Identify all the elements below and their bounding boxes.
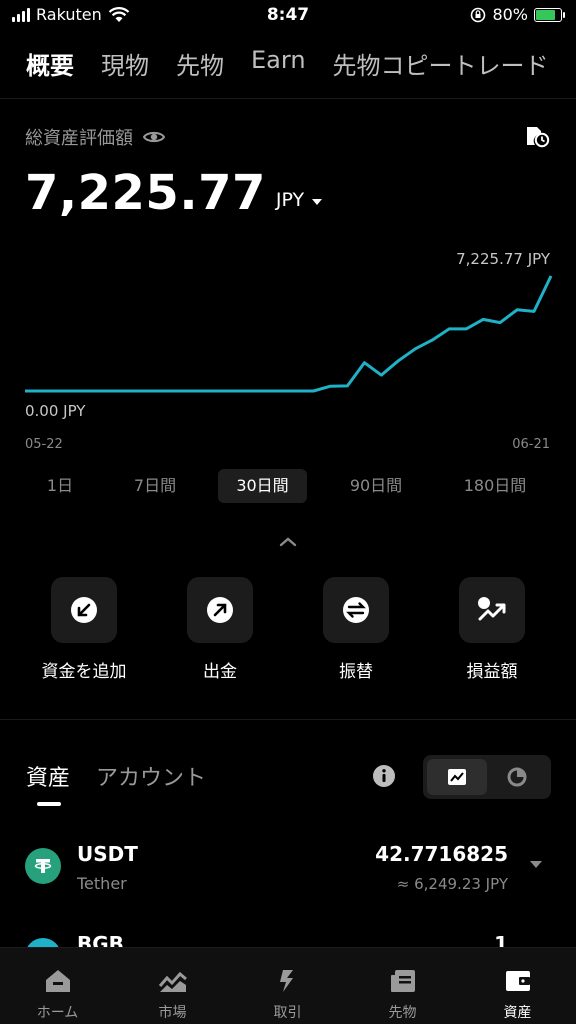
- chart-view-button[interactable]: [427, 759, 487, 795]
- bottom-nav: ホーム 市場 取引 先物 資産: [0, 947, 576, 1024]
- status-bar: Rakuten 8:47 80%: [0, 0, 576, 34]
- balance-chart: [25, 275, 553, 393]
- withdraw-label: 出金: [203, 662, 237, 682]
- nav-futures[interactable]: 先物: [345, 966, 460, 1022]
- nav-home[interactable]: ホーム: [0, 966, 115, 1022]
- chart-max-label: 7,225.77 JPY: [456, 250, 550, 268]
- nav-trade-label: 取引: [273, 1005, 302, 1021]
- nav-assets[interactable]: 資産: [460, 966, 575, 1022]
- nav-home-label: ホーム: [36, 1005, 79, 1021]
- asset-row-usdt[interactable]: USDT Tether 42.7716825 ≈ 6,249.23 JPY: [0, 838, 576, 908]
- line-chart-icon: [448, 769, 466, 785]
- tab-earn[interactable]: Earn: [251, 46, 306, 86]
- usdt-coin-icon: [25, 848, 61, 884]
- wallet-icon: [505, 971, 530, 991]
- asset-amount: 1: [494, 932, 508, 948]
- transfer-label: 振替: [339, 662, 373, 682]
- nav-trade[interactable]: 取引: [230, 966, 345, 1022]
- balance-label: 総資産評価額: [25, 128, 133, 149]
- withdraw-button[interactable]: [187, 577, 253, 643]
- history-icon[interactable]: [524, 122, 550, 152]
- chart-end-date: 06-21: [512, 437, 550, 452]
- home-icon: [45, 970, 70, 992]
- nav-market[interactable]: 市場: [115, 966, 230, 1022]
- period-7d[interactable]: 7日間: [120, 469, 190, 503]
- nav-futures-label: 先物: [388, 1005, 417, 1021]
- deposit-label: 資金を追加: [41, 662, 127, 682]
- chart-start-date: 05-22: [25, 437, 63, 452]
- deposit-button[interactable]: [51, 577, 117, 643]
- balance-row: 7,225.77 JPY: [25, 163, 323, 223]
- tabs-divider: [0, 98, 576, 99]
- tab-spot[interactable]: 現物: [101, 46, 149, 86]
- nav-assets-label: 資産: [503, 1005, 532, 1021]
- transfer-button[interactable]: [323, 577, 389, 643]
- total-balance-value: 7,225.77: [25, 165, 266, 221]
- period-90d[interactable]: 90日間: [336, 469, 416, 503]
- trade-icon: [279, 970, 293, 992]
- asset-symbol: BGB: [77, 932, 124, 948]
- chevron-up-icon[interactable]: [278, 534, 298, 553]
- asset-name: Tether: [77, 874, 127, 893]
- withdraw-icon: [207, 597, 233, 623]
- tab-overview[interactable]: 概要: [26, 46, 74, 86]
- battery-percent: 80%: [492, 5, 528, 24]
- currency-selector[interactable]: JPY: [276, 189, 304, 211]
- pnl-label: 損益額: [466, 662, 518, 682]
- asset-row-bgb[interactable]: BGB 1: [0, 928, 576, 948]
- pnl-button[interactable]: [459, 577, 525, 643]
- chart-min-label: 0.00 JPY: [25, 402, 86, 420]
- asset-fiat-value: ≈ 6,249.23 JPY: [396, 875, 508, 893]
- tab-accounts[interactable]: アカウント: [96, 760, 206, 792]
- section-divider: [0, 719, 576, 720]
- pie-view-button[interactable]: [487, 759, 547, 795]
- period-180d[interactable]: 180日間: [452, 469, 538, 503]
- battery-icon: [534, 7, 565, 22]
- orientation-lock-icon: [471, 7, 486, 22]
- tab-futures[interactable]: 先物: [176, 46, 224, 86]
- tab-copy-trade[interactable]: 先物コピートレード: [333, 46, 549, 86]
- info-icon[interactable]: [372, 764, 396, 792]
- view-toggle: [423, 755, 551, 799]
- pnl-icon: [478, 597, 506, 621]
- nav-market-label: 市場: [158, 1005, 187, 1021]
- expand-caret-icon[interactable]: [530, 861, 542, 868]
- eye-icon[interactable]: [143, 129, 165, 145]
- caret-down-icon[interactable]: [312, 199, 323, 205]
- period-tabs: 1日 7日間 30日間 90日間 180日間: [0, 469, 576, 503]
- futures-icon: [390, 970, 415, 992]
- transfer-icon: [343, 597, 369, 623]
- pnl-action[interactable]: 損益額: [437, 577, 547, 682]
- tab-assets[interactable]: 資産: [26, 760, 70, 792]
- deposit-action[interactable]: 資金を追加: [29, 577, 139, 682]
- status-right: 80%: [470, 5, 565, 24]
- pie-chart-icon: [507, 767, 527, 787]
- withdraw-action[interactable]: 出金: [165, 577, 275, 682]
- market-icon: [158, 971, 187, 992]
- asset-symbol: USDT: [77, 842, 138, 866]
- transfer-action[interactable]: 振替: [301, 577, 411, 682]
- balance-label-row: 総資産評価額: [25, 124, 165, 150]
- tab-underline: [37, 802, 61, 806]
- balance-series-line: [25, 275, 553, 393]
- deposit-icon: [71, 597, 97, 623]
- asset-tabs: 資産 アカウント: [26, 760, 206, 792]
- asset-amount: 42.7716825: [375, 842, 508, 866]
- period-30d[interactable]: 30日間: [218, 469, 307, 503]
- period-1d[interactable]: 1日: [35, 469, 85, 503]
- top-tabs: 概要 現物 先物 Earn 先物コピートレード: [26, 46, 576, 86]
